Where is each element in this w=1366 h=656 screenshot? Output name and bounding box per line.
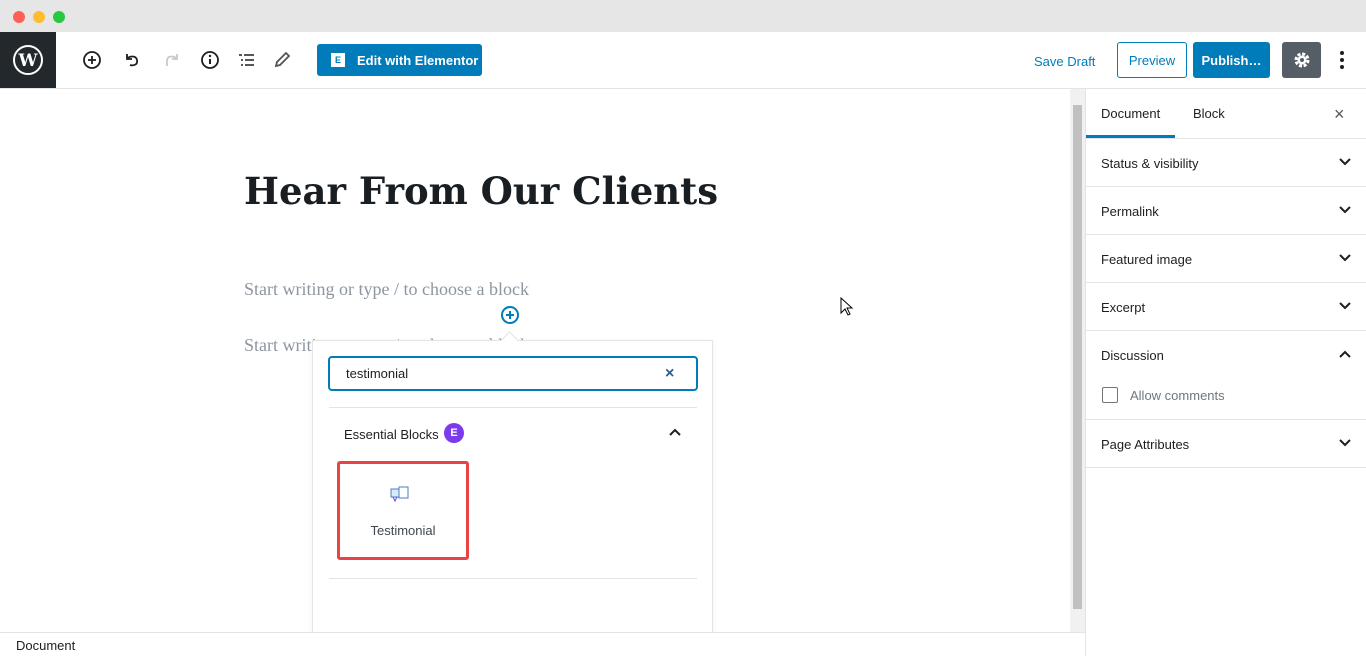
edit-pencil-icon[interactable] [270, 48, 294, 72]
redo-icon[interactable] [160, 48, 184, 72]
edit-with-elementor-button[interactable]: E Edit with Elementor [317, 44, 482, 76]
block-inserter-popover: × Essential Blocks E Testimonial [312, 340, 713, 656]
elementor-icon: E [331, 53, 345, 67]
panel-label: Discussion [1101, 348, 1164, 363]
add-block-icon[interactable] [80, 48, 104, 72]
panel-discussion[interactable]: Discussion Allow comments [1086, 331, 1366, 420]
chevron-down-icon [1339, 206, 1351, 214]
tab-block[interactable]: Block [1193, 106, 1225, 121]
panel-label: Permalink [1101, 204, 1159, 219]
panel-status-visibility[interactable]: Status & visibility [1086, 139, 1366, 187]
divider [329, 578, 697, 579]
panel-label: Status & visibility [1101, 156, 1199, 171]
breadcrumb-document[interactable]: Document [16, 638, 75, 653]
tab-document[interactable]: Document [1085, 106, 1176, 138]
wordpress-icon: W [13, 45, 43, 75]
block-search-input[interactable] [328, 356, 698, 391]
undo-icon[interactable] [120, 48, 144, 72]
close-window-button[interactable] [13, 11, 25, 23]
editor-scrollbar[interactable] [1070, 89, 1085, 632]
block-breadcrumb: Document [0, 632, 1085, 656]
block-item-testimonial[interactable]: Testimonial [337, 461, 469, 560]
panel-page-attributes[interactable]: Page Attributes [1086, 420, 1366, 468]
more-options-icon[interactable] [1333, 48, 1351, 72]
testimonial-icon [390, 486, 409, 503]
block-navigation-icon[interactable] [234, 48, 258, 72]
clear-search-icon[interactable]: × [665, 365, 674, 383]
divider [329, 407, 697, 408]
preview-button[interactable]: Preview [1117, 42, 1187, 78]
panel-label: Featured image [1101, 252, 1193, 267]
chevron-down-icon [1339, 254, 1351, 262]
panel-permalink[interactable]: Permalink [1086, 187, 1366, 235]
mouse-cursor-icon [840, 297, 854, 316]
panel-label: Page Attributes [1101, 437, 1190, 452]
panel-excerpt[interactable]: Excerpt [1086, 283, 1366, 331]
post-title[interactable]: Hear From Our Clients [244, 169, 718, 213]
chevron-up-icon[interactable] [668, 427, 682, 437]
category-title[interactable]: Essential Blocks [344, 427, 439, 442]
editor-toolbar: W E Edit with Elementor Save Draft Previe… [0, 32, 1366, 89]
inline-inserter-icon[interactable] [500, 305, 520, 325]
essential-blocks-icon: E [444, 423, 464, 443]
svg-text:W: W [17, 51, 38, 71]
save-draft-button[interactable]: Save Draft [1034, 54, 1095, 69]
close-sidebar-icon[interactable]: × [1334, 104, 1345, 125]
chevron-up-icon [1339, 350, 1351, 358]
allow-comments-checkbox[interactable] [1102, 387, 1118, 403]
maximize-window-button[interactable] [53, 11, 65, 23]
wordpress-logo-button[interactable]: W [0, 32, 56, 88]
panel-label: Excerpt [1101, 300, 1146, 315]
block-item-label: Testimonial [370, 523, 436, 538]
publish-button[interactable]: Publish… [1193, 42, 1270, 78]
panel-featured-image[interactable]: Featured image [1086, 235, 1366, 283]
chevron-down-icon [1339, 302, 1351, 310]
paragraph-placeholder[interactable]: Start writing or type / to choose a bloc… [244, 279, 529, 300]
chevron-down-icon [1339, 158, 1351, 166]
allow-comments-label: Allow comments [1130, 388, 1225, 403]
edit-with-elementor-label: Edit with Elementor [357, 52, 479, 68]
settings-button[interactable] [1282, 42, 1321, 78]
info-icon[interactable] [198, 48, 222, 72]
window-titlebar [0, 0, 1366, 32]
minimize-window-button[interactable] [33, 11, 45, 23]
scrollbar-thumb[interactable] [1073, 105, 1082, 609]
settings-sidebar: Document Block × Status & visibility Per… [1085, 89, 1366, 656]
gear-icon [1294, 52, 1309, 68]
chevron-down-icon [1339, 439, 1351, 447]
